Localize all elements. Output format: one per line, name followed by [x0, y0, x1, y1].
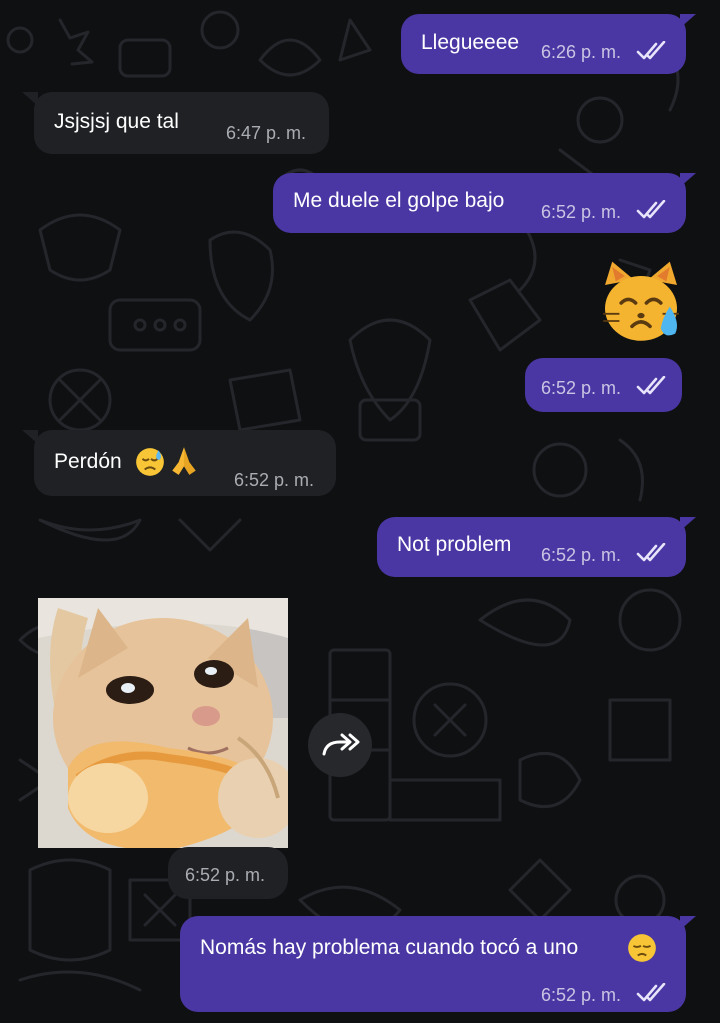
message-text: Not problem — [397, 533, 512, 556]
message-time: 6:52 p. m. — [541, 378, 622, 398]
crying-cat-illustration — [38, 598, 288, 848]
pensive-face-icon — [628, 934, 656, 962]
folded-hands-icon — [172, 447, 196, 475]
forward-icon — [322, 733, 360, 756]
double-check-read-icon — [636, 41, 666, 60]
message-time: 6:47 p. m. — [226, 123, 307, 143]
double-check-read-icon — [636, 200, 666, 219]
double-check-read-icon — [636, 543, 666, 562]
message-time: 6:52 p. m. — [234, 470, 315, 490]
message-text: Nomás hay problema cuando tocó a uno — [200, 936, 579, 959]
message-time: 6:26 p. m. — [541, 42, 622, 62]
message-text: Llegueeee — [421, 31, 520, 54]
message-time: 6:52 p. m. — [185, 865, 266, 885]
message-time: 6:52 p. m. — [541, 202, 622, 222]
message-text: Perdón — [54, 450, 122, 473]
forward-button[interactable] — [308, 713, 372, 777]
message-time: 6:52 p. m. — [541, 545, 622, 565]
message-text: Me duele el golpe bajo — [293, 189, 505, 212]
message-time: 6:52 p. m. — [541, 985, 622, 1005]
message-text: Jsjsjsj que tal — [54, 110, 179, 133]
sad-but-relieved-face-icon — [136, 448, 164, 476]
crying-cat-sticker-image[interactable] — [38, 598, 288, 848]
image-time-chip: 6:52 p. m. — [168, 847, 288, 899]
crying-cat-face-icon — [603, 261, 679, 341]
double-check-read-icon — [636, 983, 666, 1002]
double-check-read-icon — [636, 376, 666, 395]
